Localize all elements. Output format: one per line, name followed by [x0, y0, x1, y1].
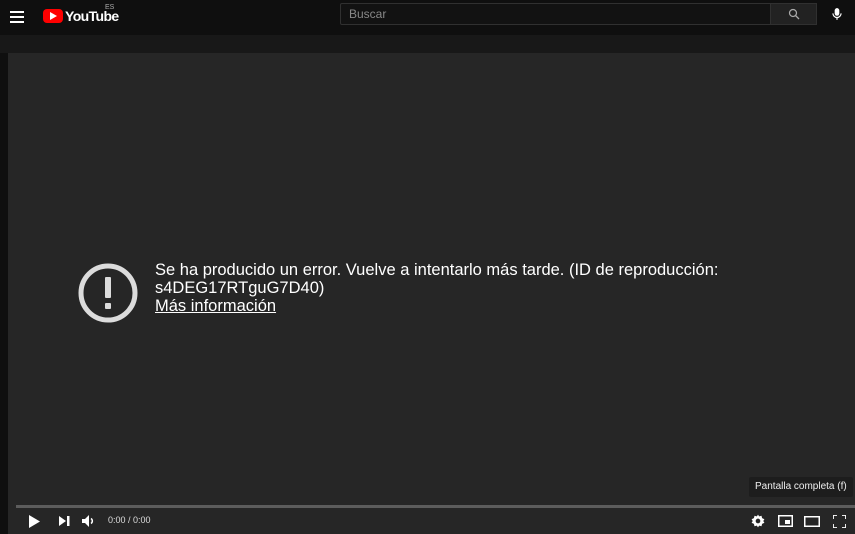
youtube-logo[interactable]: YouTube ES [43, 4, 119, 26]
gear-icon [751, 514, 765, 528]
miniplayer-button[interactable] [775, 511, 795, 531]
miniplayer-icon [777, 515, 793, 527]
player-controls: 0:00 / 0:00 [8, 509, 855, 534]
error-message: Se ha producido un error. Vuelve a inten… [155, 261, 719, 297]
fullscreen-icon [832, 514, 846, 528]
theater-mode-button[interactable] [802, 511, 822, 531]
play-button[interactable] [24, 511, 44, 531]
video-player[interactable]: Se ha producido un error. Vuelve a inten… [8, 53, 855, 534]
search-button[interactable] [771, 3, 817, 25]
search-icon [788, 8, 799, 20]
search-box [340, 3, 771, 25]
top-bar: YouTube ES [0, 0, 855, 35]
fullscreen-tooltip: Pantalla completa (f) [749, 477, 853, 497]
fullscreen-button[interactable] [829, 511, 849, 531]
play-icon [29, 514, 40, 528]
hamburger-menu-icon[interactable] [8, 7, 28, 27]
error-exclamation-icon [78, 263, 138, 323]
volume-icon [82, 515, 94, 527]
next-icon [58, 516, 69, 526]
theater-mode-icon [804, 515, 820, 527]
time-display: 0:00 / 0:00 [108, 515, 151, 525]
search-input[interactable] [341, 4, 770, 24]
progress-bar[interactable] [16, 505, 855, 508]
volume-button[interactable] [79, 511, 99, 531]
microphone-icon [832, 8, 842, 20]
error-message-block: Se ha producido un error. Vuelve a inten… [155, 261, 815, 315]
more-info-link[interactable]: Más información [155, 297, 276, 315]
header-divider-strip [0, 35, 855, 53]
next-button[interactable] [54, 511, 74, 531]
voice-search-button[interactable] [827, 4, 847, 24]
youtube-play-logo-icon [43, 9, 63, 23]
country-code: ES [105, 4, 115, 11]
settings-button[interactable] [748, 511, 768, 531]
